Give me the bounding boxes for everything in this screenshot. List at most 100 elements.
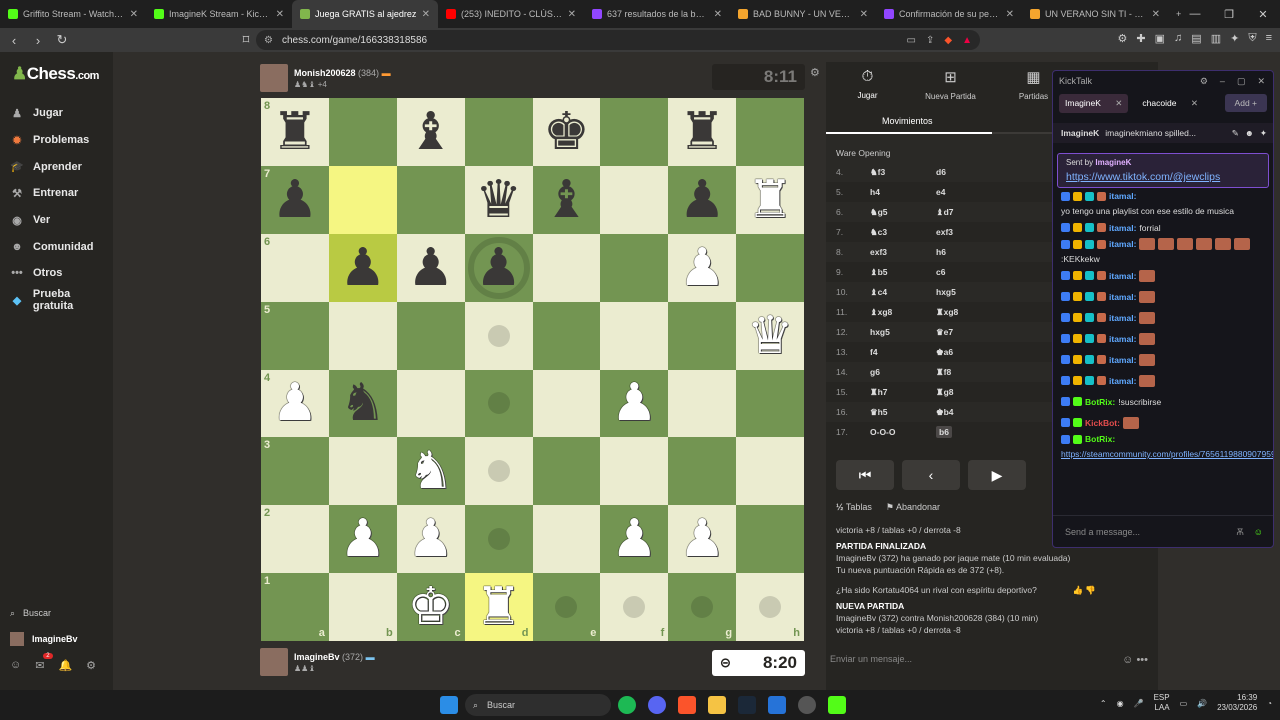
- square-e5[interactable]: [532, 301, 601, 370]
- share-icon[interactable]: ⇪: [926, 35, 934, 46]
- emote-icon[interactable]: ☺: [1254, 527, 1263, 537]
- square-a8[interactable]: 8 ♜: [261, 98, 329, 166]
- top-player-name[interactable]: Monish200628: [294, 68, 356, 78]
- obs-icon[interactable]: [798, 696, 816, 714]
- chat-username[interactable]: itamal:: [1109, 312, 1136, 324]
- thumbs-down-icon[interactable]: 👎: [1085, 585, 1096, 595]
- forward-icon[interactable]: ›: [28, 33, 48, 48]
- square-e1[interactable]: e: [532, 573, 601, 641]
- white-king-icon[interactable]: ♚: [407, 581, 454, 633]
- square-a5[interactable]: 5: [261, 301, 329, 370]
- file-explorer-icon[interactable]: [708, 696, 726, 714]
- screenshot-icon[interactable]: ▣: [1155, 32, 1165, 45]
- square-e2[interactable]: [532, 505, 601, 574]
- square-g7[interactable]: ♟: [668, 165, 737, 234]
- black-queen-icon[interactable]: ♛: [475, 174, 522, 226]
- square-f7[interactable]: [600, 165, 669, 234]
- browser-tab[interactable]: Confirmación de su pedido - N ✕: [876, 0, 1022, 28]
- square-b1[interactable]: b: [328, 573, 397, 641]
- friends-icon[interactable]: ☺: [10, 659, 21, 671]
- pin-icon[interactable]: ✎: [1232, 128, 1239, 139]
- chat-username[interactable]: itamal:: [1109, 375, 1136, 387]
- language-indicator[interactable]: ESP LAA: [1154, 693, 1170, 713]
- square-b2[interactable]: ♟: [328, 505, 397, 574]
- menu-icon[interactable]: ≡: [1266, 32, 1272, 45]
- square-b6[interactable]: ♟: [328, 233, 397, 302]
- white-pawn-icon[interactable]: ♟: [340, 513, 387, 565]
- square-e7[interactable]: ♝: [532, 165, 601, 234]
- square-f3[interactable]: [600, 437, 669, 506]
- tab-close-icon[interactable]: ✕: [1006, 9, 1014, 20]
- square-f5[interactable]: [600, 301, 669, 370]
- browser-tab[interactable]: Juega GRATIS al ajedrez ✕: [292, 0, 438, 28]
- black-move[interactable]: h6: [936, 247, 1002, 257]
- tab-close-icon[interactable]: ✕: [130, 9, 138, 20]
- tab-close-icon[interactable]: ✕: [568, 9, 576, 20]
- square-f1[interactable]: f: [600, 573, 669, 641]
- tray-app-icon[interactable]: ◉: [1117, 699, 1124, 708]
- reload-icon[interactable]: ↻: [52, 32, 72, 48]
- white-move[interactable]: O-O-O: [870, 427, 936, 437]
- app-icon[interactable]: [768, 696, 786, 714]
- ai-icon[interactable]: ✦: [1230, 32, 1239, 45]
- discord-icon[interactable]: [648, 696, 666, 714]
- tab-close-icon[interactable]: ✕: [422, 9, 430, 20]
- square-h8[interactable]: [736, 98, 804, 166]
- sidebar-search[interactable]: ⌕ Buscar: [10, 600, 96, 626]
- black-king-icon[interactable]: ♚: [543, 106, 590, 158]
- chat-username[interactable]: BotRix:: [1085, 433, 1115, 445]
- square-a6[interactable]: 6: [261, 233, 329, 302]
- square-g3[interactable]: [668, 437, 737, 506]
- black-move[interactable]: d6: [936, 167, 1002, 177]
- black-pawn-icon[interactable]: ♟: [340, 242, 387, 294]
- vpn-icon[interactable]: ⛨: [1248, 32, 1256, 45]
- kick-send-box[interactable]: Send a message... Ѫ ☺: [1053, 515, 1273, 547]
- tab-close-icon[interactable]: ✕: [276, 9, 284, 20]
- site-info-icon[interactable]: ⚙: [264, 35, 273, 46]
- white-pawn-icon[interactable]: ♟: [679, 513, 726, 565]
- white-queen-icon[interactable]: ♛: [747, 310, 794, 362]
- square-b4[interactable]: ♞: [328, 369, 397, 438]
- browser-tab[interactable]: 637 resultados de la búsqueda ✕: [584, 0, 730, 28]
- square-f6[interactable]: [600, 233, 669, 302]
- chat-username[interactable]: itamal:: [1109, 291, 1136, 303]
- minimize-icon[interactable]: –: [1220, 76, 1225, 87]
- settings-gear-icon[interactable]: ⚙: [86, 659, 96, 672]
- bookmark-icon[interactable]: ⌑: [236, 32, 256, 48]
- browser-tab[interactable]: BAD BUNNY - UN VERANO ✕: [730, 0, 876, 28]
- chat-username[interactable]: itamal:: [1109, 190, 1136, 202]
- square-f8[interactable]: [600, 98, 669, 166]
- black-rook-icon[interactable]: ♜: [679, 106, 726, 158]
- square-c7[interactable]: [396, 165, 465, 234]
- chat-username[interactable]: itamal:: [1109, 354, 1136, 366]
- white-move[interactable]: ♝xg8: [870, 307, 936, 318]
- square-d6[interactable]: ♟: [464, 233, 533, 302]
- square-h6[interactable]: [736, 233, 804, 302]
- close-tab-icon[interactable]: ✕: [1115, 98, 1122, 108]
- white-move[interactable]: exf3: [870, 247, 936, 257]
- move-hint-dot[interactable]: [759, 596, 782, 619]
- moves-tab-label[interactable]: Movimientos: [882, 116, 933, 126]
- sidebar-item-problemas[interactable]: ✹ Problemas: [10, 127, 113, 154]
- game-chat-input[interactable]: Enviar un mensaje...: [830, 654, 912, 664]
- sidebar-item-jugar[interactable]: ♟ Jugar: [10, 100, 113, 127]
- square-c3[interactable]: ♞: [396, 437, 465, 506]
- square-a7[interactable]: 7 ♟: [261, 165, 329, 234]
- sidebar-item-ver[interactable]: ◉ Ver: [10, 207, 113, 234]
- bell-icon[interactable]: 🔔: [58, 659, 72, 672]
- black-move[interactable]: b6: [936, 426, 1002, 438]
- black-bishop-icon[interactable]: ♝: [407, 106, 454, 158]
- add-channel-button[interactable]: Add +: [1224, 94, 1267, 112]
- top-player-avatar[interactable]: [260, 64, 288, 92]
- square-a3[interactable]: 3: [261, 437, 329, 506]
- square-b8[interactable]: [328, 98, 397, 166]
- square-d8[interactable]: [464, 98, 533, 166]
- square-h5[interactable]: ♛: [736, 301, 804, 370]
- black-pawn-icon[interactable]: ♟: [272, 174, 319, 226]
- square-b3[interactable]: [328, 437, 397, 506]
- volume-icon[interactable]: 🔊: [1197, 699, 1207, 708]
- square-h4[interactable]: [736, 369, 804, 438]
- translate-icon[interactable]: Ѫ: [1236, 527, 1243, 537]
- square-h7[interactable]: ♜: [736, 165, 804, 234]
- square-c8[interactable]: ♝: [396, 98, 465, 166]
